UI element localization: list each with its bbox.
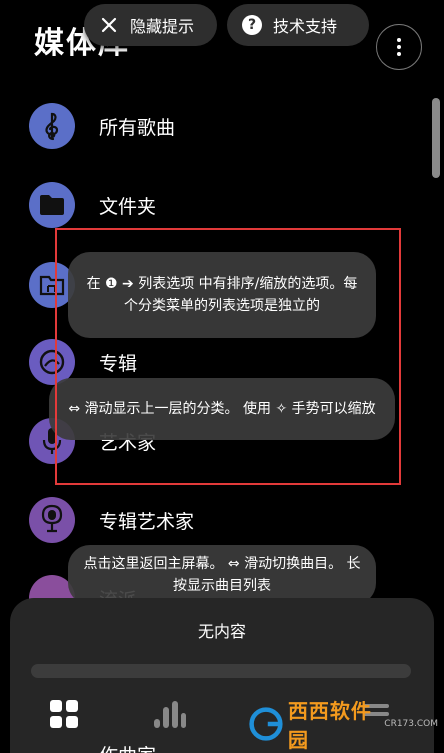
dot — [397, 52, 401, 56]
watermark-sub: CR173.COM — [384, 719, 438, 729]
category-album-artists[interactable]: 专辑艺术家 — [0, 490, 430, 550]
watermark-text: 西西软件园 — [287, 699, 372, 752]
tech-support-label: 技术支持 — [273, 17, 338, 36]
tech-support-button[interactable]: ? 技术支持 — [227, 4, 369, 46]
treble-clef-icon — [29, 103, 75, 149]
category-composers[interactable]: 作曲家 — [99, 741, 156, 753]
album-artist-icon — [29, 497, 75, 543]
equalizer-button[interactable] — [147, 694, 193, 734]
watermark-logo-icon — [249, 707, 283, 741]
tip-text: 点击这里返回主屏幕。 ⇔ 滑动切换曲目。 长按显示曲目列表 — [83, 556, 361, 594]
close-icon — [98, 14, 120, 36]
highlight-box — [55, 228, 401, 485]
tip-home: 点击这里返回主屏幕。 ⇔ 滑动切换曲目。 长按显示曲目列表 — [68, 545, 376, 605]
watermark: 西西软件园 CR173.COM — [248, 699, 438, 752]
now-playing-status: 无内容 — [197, 622, 246, 641]
folder-icon — [29, 182, 75, 228]
hide-tips-button[interactable]: 隐藏提示 — [84, 4, 217, 46]
category-label: 专辑艺术家 — [99, 511, 195, 533]
equalizer-icon — [154, 701, 186, 728]
dot — [397, 45, 401, 49]
scrollbar[interactable] — [432, 98, 440, 178]
help-icon: ? — [241, 14, 263, 36]
category-folders[interactable]: 文件夹 — [0, 175, 430, 235]
category-label: 文件夹 — [99, 196, 157, 218]
library-grid-button[interactable] — [41, 694, 87, 734]
dot — [397, 38, 401, 42]
grid-icon — [50, 700, 78, 728]
category-label: 所有歌曲 — [99, 117, 176, 139]
progress-bar[interactable] — [31, 664, 411, 678]
more-options-button[interactable] — [376, 24, 422, 70]
hide-tips-label: 隐藏提示 — [130, 17, 195, 36]
category-all-songs[interactable]: 所有歌曲 — [0, 96, 430, 156]
